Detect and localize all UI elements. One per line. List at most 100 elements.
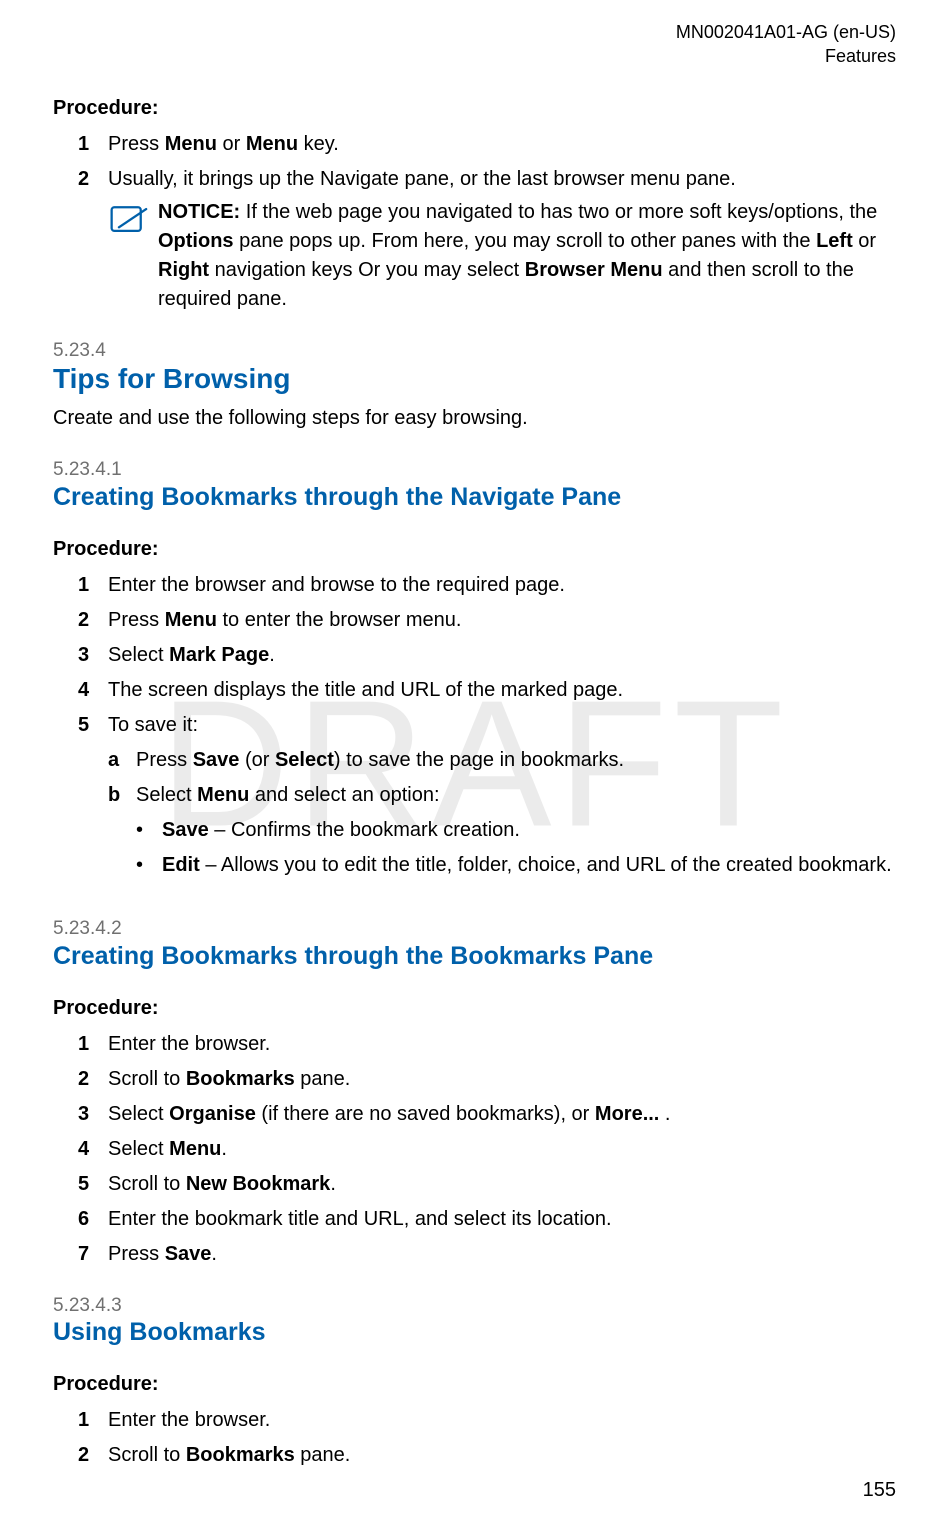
step-item: 3Select Mark Page. — [78, 641, 896, 670]
step-number: 7 — [78, 1240, 108, 1269]
page-content: MN002041A01-AG (en-US) Features Procedur… — [53, 20, 896, 1470]
step-item: 1Enter the browser. — [78, 1406, 896, 1435]
bullet-item: •Edit – Allows you to edit the title, fo… — [136, 851, 892, 880]
step-body: Press Save. — [108, 1240, 896, 1269]
step-text: Scroll to Bookmarks pane. — [108, 1065, 896, 1094]
step-text: Enter the bookmark title and URL, and se… — [108, 1205, 896, 1234]
step-number: 2 — [78, 165, 108, 194]
substep-letter: a — [108, 746, 136, 775]
step-body: Select Organise (if there are no saved b… — [108, 1100, 896, 1129]
step-body: Enter the browser. — [108, 1030, 896, 1059]
step-item: 2Scroll to Bookmarks pane. — [78, 1441, 896, 1470]
step-number: 1 — [78, 1406, 108, 1435]
step-text: Usually, it brings up the Navigate pane,… — [108, 165, 896, 194]
step-number: 4 — [78, 1135, 108, 1164]
step-text: Enter the browser. — [108, 1030, 896, 1059]
step-number: 2 — [78, 1065, 108, 1094]
section-title: Using Bookmarks — [53, 1317, 896, 1347]
step-item: 2Scroll to Bookmarks pane. — [78, 1065, 896, 1094]
step-body: Scroll to New Bookmark. — [108, 1170, 896, 1199]
step-item: 1Enter the browser and browse to the req… — [78, 571, 896, 600]
step-number: 3 — [78, 1100, 108, 1129]
step-text: Scroll to Bookmarks pane. — [108, 1441, 896, 1470]
step-text: Press Menu to enter the browser menu. — [108, 606, 896, 635]
page-number: 155 — [863, 1479, 896, 1502]
step-body: Enter the bookmark title and URL, and se… — [108, 1205, 896, 1234]
substep-body: Press Save (or Select) to save the page … — [136, 746, 624, 775]
notice-text: NOTICE: If the web page you navigated to… — [158, 198, 896, 314]
substep-item: aPress Save (or Select) to save the page… — [108, 746, 896, 775]
step-item: 1Enter the browser. — [78, 1030, 896, 1059]
step-text: Select Menu. — [108, 1135, 896, 1164]
step-item: 4Select Menu. — [78, 1135, 896, 1164]
step-text: Enter the browser. — [108, 1406, 896, 1435]
step-body: Scroll to Bookmarks pane. — [108, 1065, 896, 1094]
step-number: 5 — [78, 711, 108, 740]
step-text: Enter the browser and browse to the requ… — [108, 571, 896, 600]
step-body: Enter the browser and browse to the requ… — [108, 571, 896, 600]
step-body: Usually, it brings up the Navigate pane,… — [108, 165, 896, 314]
step-number: 2 — [78, 1441, 108, 1470]
section-title: Creating Bookmarks through the Bookmarks… — [53, 941, 896, 971]
step-item: 7Press Save. — [78, 1240, 896, 1269]
step-text: Press Menu or Menu key. — [108, 130, 896, 159]
section-description: Create and use the following steps for e… — [53, 404, 896, 433]
step-body: To save it: aPress Save (or Select) to sa… — [108, 711, 896, 892]
step-number: 2 — [78, 606, 108, 635]
notice-block: NOTICE: If the web page you navigated to… — [108, 198, 896, 314]
procedure-label: Procedure: — [53, 538, 896, 561]
step-body: Enter the browser. — [108, 1406, 896, 1435]
bullet-text: Save – Confirms the bookmark creation. — [162, 816, 520, 845]
procedure-steps: 1Enter the browser and browse to the req… — [78, 571, 896, 892]
step-number: 1 — [78, 1030, 108, 1059]
step-body: Select Menu. — [108, 1135, 896, 1164]
step-number: 5 — [78, 1170, 108, 1199]
sections-container: 5.23.4Tips for BrowsingCreate and use th… — [53, 340, 896, 1471]
step-number: 6 — [78, 1205, 108, 1234]
step-item: 6Enter the bookmark title and URL, and s… — [78, 1205, 896, 1234]
step-item: 5To save it: aPress Save (or Select) to s… — [78, 711, 896, 892]
section-number: 5.23.4.2 — [53, 918, 896, 941]
procedure-steps: 1Enter the browser.2Scroll to Bookmarks … — [78, 1406, 896, 1470]
step-text: Select Mark Page. — [108, 641, 896, 670]
step-body: Scroll to Bookmarks pane. — [108, 1441, 896, 1470]
substep-text: Press Save (or Select) to save the page … — [136, 746, 624, 775]
bullet-item: •Save – Confirms the bookmark creation. — [136, 816, 892, 845]
section-number: 5.23.4.3 — [53, 1295, 896, 1318]
section-title: Creating Bookmarks through the Navigate … — [53, 482, 896, 512]
section-number: 5.23.4.1 — [53, 459, 896, 482]
step-text: Press Save. — [108, 1240, 896, 1269]
procedure-steps: 1Enter the browser.2Scroll to Bookmarks … — [78, 1030, 896, 1269]
step-text: To save it: — [108, 711, 896, 740]
step-body: Press Menu or Menu key. — [108, 130, 896, 159]
step-text: Scroll to New Bookmark. — [108, 1170, 896, 1199]
step-body: The screen displays the title and URL of… — [108, 676, 896, 705]
substep-body: Select Menu and select an option: •Save –… — [136, 781, 892, 886]
step-item: 4The screen displays the title and URL o… — [78, 676, 896, 705]
step-number: 4 — [78, 676, 108, 705]
bullet-list: •Save – Confirms the bookmark creation.•… — [136, 816, 892, 880]
top-step-item: 2Usually, it brings up the Navigate pane… — [78, 165, 896, 314]
step-item: 2Press Menu to enter the browser menu. — [78, 606, 896, 635]
procedure-label: Procedure: — [53, 1373, 896, 1396]
header-meta: MN002041A01-AG (en-US) Features — [53, 20, 896, 69]
bullet-dot: • — [136, 816, 162, 845]
step-text: Select Organise (if there are no saved b… — [108, 1100, 896, 1129]
substep-item: bSelect Menu and select an option: •Save … — [108, 781, 896, 886]
procedure-label: Procedure: — [53, 97, 896, 120]
notice-icon — [108, 200, 152, 249]
top-step-item: 1Press Menu or Menu key. — [78, 130, 896, 159]
substep-text: Select Menu and select an option: — [136, 781, 892, 810]
step-item: 5Scroll to New Bookmark. — [78, 1170, 896, 1199]
step-item: 3Select Organise (if there are no saved … — [78, 1100, 896, 1129]
section-title: Tips for Browsing — [53, 362, 896, 396]
bullet-dot: • — [136, 851, 162, 880]
substep-letter: b — [108, 781, 136, 810]
substep-list: aPress Save (or Select) to save the page… — [108, 746, 896, 886]
chapter-name: Features — [53, 44, 896, 68]
doc-id: MN002041A01-AG (en-US) — [53, 20, 896, 44]
step-number: 3 — [78, 641, 108, 670]
step-text: The screen displays the title and URL of… — [108, 676, 896, 705]
step-number: 1 — [78, 571, 108, 600]
document-page: DRAFT MN002041A01-AG (en-US) Features Pr… — [0, 0, 949, 1528]
